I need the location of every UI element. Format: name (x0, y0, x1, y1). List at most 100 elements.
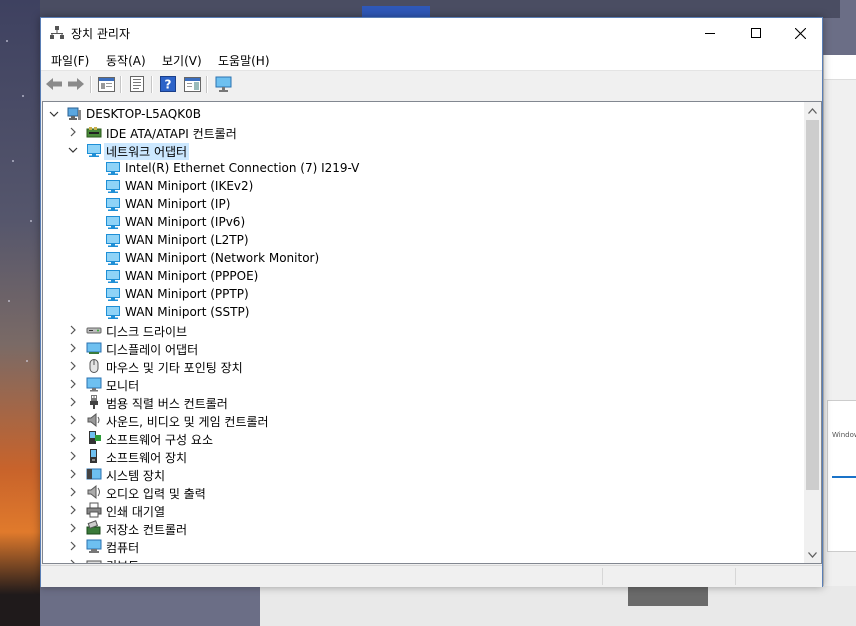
network-adapter-icon (105, 214, 121, 230)
forward-button[interactable] (66, 75, 86, 93)
tree-category[interactable]: 시스템 장치 (43, 465, 803, 483)
menu-help[interactable]: 도움말(H) (218, 52, 270, 69)
tree-category[interactable]: 소프트웨어 장치 (43, 447, 803, 465)
background-app-strip (40, 0, 840, 18)
tree-item-label: DESKTOP-L5AQK0B (86, 107, 201, 121)
tree-category[interactable]: 네트워크 어댑터 (43, 141, 803, 160)
chevron-right-icon[interactable] (68, 558, 78, 563)
forward-arrow-icon (68, 78, 84, 90)
tree-item-label: 범용 직렬 버스 컨트롤러 (106, 397, 228, 411)
tree-device[interactable]: WAN Miniport (Network Monitor) (43, 249, 803, 267)
close-button[interactable] (777, 18, 823, 48)
tree-category[interactable]: 소프트웨어 구성 요소 (43, 429, 803, 447)
tree-item-label: WAN Miniport (L2TP) (125, 233, 249, 247)
chevron-right-icon[interactable] (68, 540, 78, 552)
tree-item-label: WAN Miniport (IKEv2) (125, 179, 254, 193)
scroll-down-button[interactable] (804, 546, 821, 563)
minimize-icon (705, 33, 715, 34)
back-button[interactable] (44, 75, 64, 93)
usb-icon (86, 394, 102, 410)
menu-file[interactable]: 파일(F) (51, 52, 89, 69)
action-pane-icon (183, 76, 201, 92)
chevron-right-icon[interactable] (68, 486, 78, 498)
window-title: 장치 관리자 (71, 27, 131, 41)
device-list-button[interactable] (127, 75, 147, 93)
tree-category[interactable]: 키보드 (43, 555, 803, 563)
background-window-dark-block (628, 586, 708, 606)
chevron-right-icon[interactable] (68, 378, 78, 390)
tree-item-label: Intel(R) Ethernet Connection (7) I219-V (125, 161, 360, 175)
tree-category[interactable]: 디스플레이 어댑터 (43, 339, 803, 357)
tree-item-label: WAN Miniport (IPv6) (125, 215, 246, 229)
tree-category[interactable]: 저장소 컨트롤러 (43, 519, 803, 537)
toolbar: ? (41, 71, 822, 98)
help-button[interactable]: ? (158, 75, 178, 93)
tree-root[interactable]: DESKTOP-L5AQK0B (43, 105, 803, 123)
chevron-right-icon[interactable] (68, 468, 78, 480)
title-bar[interactable]: 장치 관리자 (41, 18, 822, 48)
chevron-down-icon[interactable] (49, 108, 59, 120)
chevron-right-icon[interactable] (68, 504, 78, 516)
disk-drive-icon (86, 322, 102, 338)
status-cell-2 (735, 568, 822, 585)
network-adapter-icon (105, 178, 121, 194)
network-adapter-icon (105, 268, 121, 284)
speaker-icon (86, 412, 102, 428)
scan-hardware-button[interactable] (214, 75, 234, 93)
tree-device[interactable]: WAN Miniport (SSTP) (43, 303, 803, 321)
monitor-network-icon (215, 76, 232, 92)
tree-item-label: 키보드 (106, 557, 139, 563)
tree-item-label: 오디오 입력 및 출력 (106, 487, 206, 501)
action-pane-button[interactable] (182, 75, 202, 93)
maximize-icon (751, 28, 761, 38)
network-adapter-icon (105, 304, 121, 320)
scrollbar-thumb[interactable] (806, 120, 819, 490)
svg-text:?: ? (165, 78, 172, 92)
chevron-right-icon[interactable] (68, 342, 78, 354)
chevron-right-icon[interactable] (68, 126, 78, 138)
tree-device[interactable]: WAN Miniport (PPTP) (43, 285, 803, 303)
tree-item-label: WAN Miniport (IP) (125, 197, 231, 211)
show-hide-console-button[interactable] (96, 75, 116, 93)
software-device-icon (86, 448, 102, 464)
tree-device[interactable]: Intel(R) Ethernet Connection (7) I219-V (43, 159, 803, 177)
chevron-up-icon (808, 107, 817, 114)
tree-category[interactable]: 범용 직렬 버스 컨트롤러 (43, 393, 803, 411)
menu-action[interactable]: 동작(A) (106, 52, 146, 69)
tree-category[interactable]: 마우스 및 기타 포인팅 장치 (43, 357, 803, 375)
tree-category[interactable]: 모니터 (43, 375, 803, 393)
chevron-right-icon[interactable] (68, 324, 78, 336)
chevron-down-icon[interactable] (68, 144, 78, 156)
chevron-right-icon[interactable] (68, 360, 78, 372)
tree-device[interactable]: WAN Miniport (IP) (43, 195, 803, 213)
tree-category[interactable]: 디스크 드라이브 (43, 321, 803, 339)
tree-category[interactable]: 사운드, 비디오 및 게임 컨트롤러 (43, 411, 803, 429)
menu-view[interactable]: 보기(V) (162, 52, 202, 69)
status-cell-1 (602, 568, 735, 585)
device-manager-icon (50, 26, 64, 39)
tree-device[interactable]: WAN Miniport (PPPOE) (43, 267, 803, 285)
tree-item-label: 마우스 및 기타 포인팅 장치 (106, 361, 243, 375)
tree-item-label: WAN Miniport (SSTP) (125, 305, 250, 319)
tree-device[interactable]: WAN Miniport (IPv6) (43, 213, 803, 231)
device-tree[interactable]: DESKTOP-L5AQK0B IDE ATA/ATAPI 컨트롤러 네트워크 어댑… (42, 101, 822, 564)
tree-category[interactable]: 컴퓨터 (43, 537, 803, 555)
background-window-panel: Windows 2 (827, 400, 856, 552)
vertical-scrollbar[interactable] (804, 102, 821, 563)
chevron-right-icon[interactable] (68, 414, 78, 426)
chevron-right-icon[interactable] (68, 522, 78, 534)
minimize-button[interactable] (687, 18, 733, 48)
audio-io-icon (86, 484, 102, 500)
wallpaper-sky (0, 0, 40, 626)
tree-category[interactable]: IDE ATA/ATAPI 컨트롤러 (43, 123, 803, 141)
scroll-up-button[interactable] (804, 102, 821, 119)
tree-category[interactable]: 오디오 입력 및 출력 (43, 483, 803, 501)
tree-category[interactable]: 인쇄 대기열 (43, 501, 803, 519)
tree-device[interactable]: WAN Miniport (L2TP) (43, 231, 803, 249)
chevron-right-icon[interactable] (68, 450, 78, 462)
chevron-right-icon[interactable] (68, 432, 78, 444)
chevron-right-icon[interactable] (68, 396, 78, 408)
tree-device[interactable]: WAN Miniport (IKEv2) (43, 177, 803, 195)
network-adapter-icon (86, 142, 102, 158)
maximize-button[interactable] (733, 18, 779, 48)
